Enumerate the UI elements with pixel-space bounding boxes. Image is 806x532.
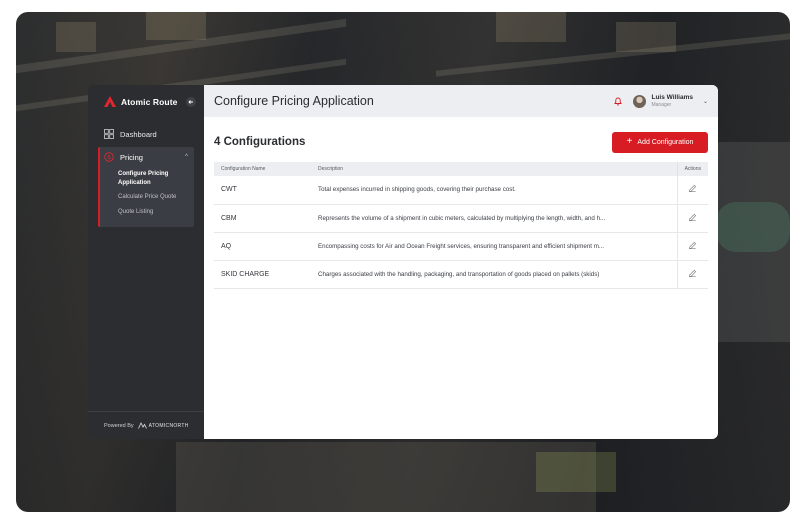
table-row[interactable]: SKID CHARGE Charges associated with the … <box>214 260 708 288</box>
config-name: SKID CHARGE <box>221 270 270 278</box>
config-name: AQ <box>221 242 232 250</box>
table-header-row: Configuration Name Description Actions <box>214 162 708 176</box>
top-bar: Configure Pricing Application Luis Willi… <box>204 85 718 117</box>
sidebar-nav: Dashboard $ Pricing ^ Configure Pricing … <box>88 117 204 227</box>
grid-icon <box>104 129 114 139</box>
company-name: ATOMICNORTH <box>148 422 189 429</box>
column-header-description: Description <box>318 166 344 172</box>
column-header-actions: Actions <box>676 162 708 176</box>
column-header-name: Configuration Name <box>221 166 266 172</box>
sidebar-subitem-calculate-price-quote[interactable]: Calculate Price Quote <box>100 190 194 205</box>
atomic-route-logo-icon <box>104 96 116 107</box>
edit-button[interactable] <box>676 232 708 260</box>
brand-name: Atomic Route <box>121 96 178 107</box>
edit-pencil-icon <box>689 185 697 193</box>
avatar[interactable] <box>633 94 647 108</box>
user-info[interactable]: Luis Williams Manager <box>651 94 692 108</box>
chevron-up-icon: ^ <box>185 154 188 160</box>
config-description: Encompassing costs for Air and Ocean Fre… <box>318 242 605 250</box>
background-box <box>496 12 566 42</box>
background-roll <box>716 202 790 252</box>
sidebar-item-label: Pricing <box>120 152 143 162</box>
svg-text:$: $ <box>107 154 111 161</box>
arrow-left-icon <box>188 99 193 104</box>
background-item <box>536 452 616 492</box>
edit-pencil-icon <box>689 241 697 249</box>
add-configuration-label: Add Configuration <box>637 138 694 146</box>
page-title: Configure Pricing Application <box>214 94 374 108</box>
table-row[interactable]: CBM Represents the volume of a shipment … <box>214 204 708 232</box>
config-description: Represents the volume of a shipment in c… <box>318 214 606 222</box>
atomicnorth-logo: ATOMICNORTH <box>137 422 189 429</box>
background-shelf <box>436 33 790 77</box>
sidebar-subitem-configure-pricing[interactable]: Configure Pricing Application <box>100 167 194 190</box>
atomicnorth-logo-icon <box>137 422 147 429</box>
sidebar-footer: Powered By ATOMICNORTH <box>88 411 204 439</box>
sidebar-item-dashboard[interactable]: Dashboard <box>98 123 194 145</box>
background-table <box>176 442 596 512</box>
plus-icon: + <box>626 136 633 147</box>
edit-pencil-icon <box>689 213 697 221</box>
background-box <box>146 12 206 40</box>
user-role: Manager <box>651 102 672 108</box>
edit-button[interactable] <box>676 176 708 204</box>
sidebar: Atomic Route Dashboard $ Pricing ^ Confi… <box>88 85 204 439</box>
configurations-count-title: 4 Configurations <box>214 136 306 148</box>
table-row[interactable]: AQ Encompassing costs for Air and Ocean … <box>214 232 708 260</box>
powered-by-label: Powered By <box>104 422 134 429</box>
notification-bell-icon[interactable] <box>613 96 623 106</box>
sidebar-item-label: Dashboard <box>120 129 157 139</box>
sidebar-group-pricing: $ Pricing ^ Configure Pricing Applicatio… <box>98 147 194 227</box>
config-name: CBM <box>221 214 237 222</box>
brand: Atomic Route <box>88 85 204 117</box>
edit-button[interactable] <box>676 204 708 232</box>
configurations-section: 4 Configurations + Add Configuration Con… <box>204 117 718 289</box>
table-row[interactable]: CWT Total expenses incurred in shipping … <box>214 176 708 204</box>
sidebar-subitem-quote-listing[interactable]: Quote Listing <box>100 205 194 220</box>
collapse-sidebar-button[interactable] <box>186 96 196 107</box>
config-description: Total expenses incurred in shipping good… <box>318 186 516 194</box>
edit-button[interactable] <box>676 260 708 288</box>
section-header: 4 Configurations + Add Configuration <box>214 131 708 153</box>
config-description: Charges associated with the handling, pa… <box>318 270 600 278</box>
user-name: Luis Williams <box>651 94 693 101</box>
configurations-table: Configuration Name Description Actions C… <box>214 162 708 289</box>
background-box <box>56 22 96 52</box>
edit-pencil-icon <box>689 269 697 277</box>
dollar-circle-icon: $ <box>104 152 114 162</box>
chevron-down-icon[interactable]: ⌄ <box>703 98 708 105</box>
main-panel: Configure Pricing Application Luis Willi… <box>204 85 718 439</box>
add-configuration-button[interactable]: + Add Configuration <box>612 131 708 153</box>
sidebar-item-pricing[interactable]: $ Pricing ^ <box>100 147 194 167</box>
config-name: CWT <box>221 186 237 194</box>
